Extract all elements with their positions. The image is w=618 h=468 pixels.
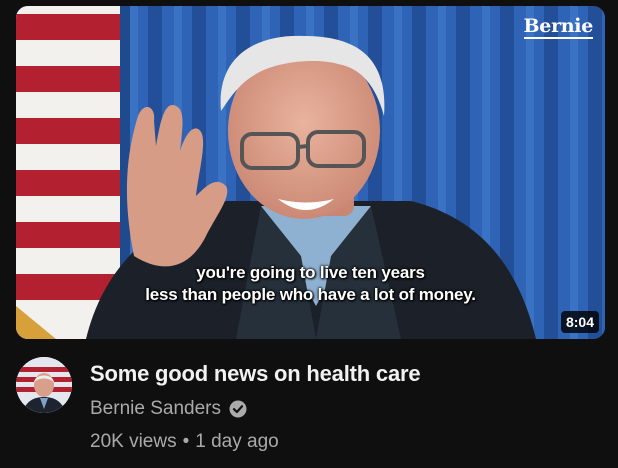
avatar-image	[16, 357, 72, 413]
video-title[interactable]: Some good news on health care	[90, 359, 421, 389]
channel-name[interactable]: Bernie Sanders	[90, 397, 221, 421]
caption-line-1: you're going to live ten years	[196, 263, 425, 282]
stats-separator: •	[182, 431, 190, 452]
channel-watermark: Bernie	[523, 15, 593, 39]
upload-age: 1 day ago	[195, 431, 279, 452]
channel-row: Bernie Sanders	[90, 397, 420, 421]
subtitle-caption: you're going to live ten years less than…	[16, 262, 605, 306]
view-count: 20K views	[90, 431, 177, 452]
video-thumbnail[interactable]: Bernie you're going to live ten years le…	[16, 6, 605, 339]
verified-check-icon	[229, 400, 247, 418]
channel-avatar[interactable]	[16, 357, 72, 413]
duration-badge: 8:04	[560, 311, 599, 333]
video-card[interactable]: Bernie you're going to live ten years le…	[0, 0, 618, 468]
caption-line-2: less than people who have a lot of money…	[145, 285, 476, 304]
video-stats: 20K views • 1 day ago	[90, 430, 420, 454]
video-meta: Some good news on health care Bernie San…	[90, 359, 421, 454]
